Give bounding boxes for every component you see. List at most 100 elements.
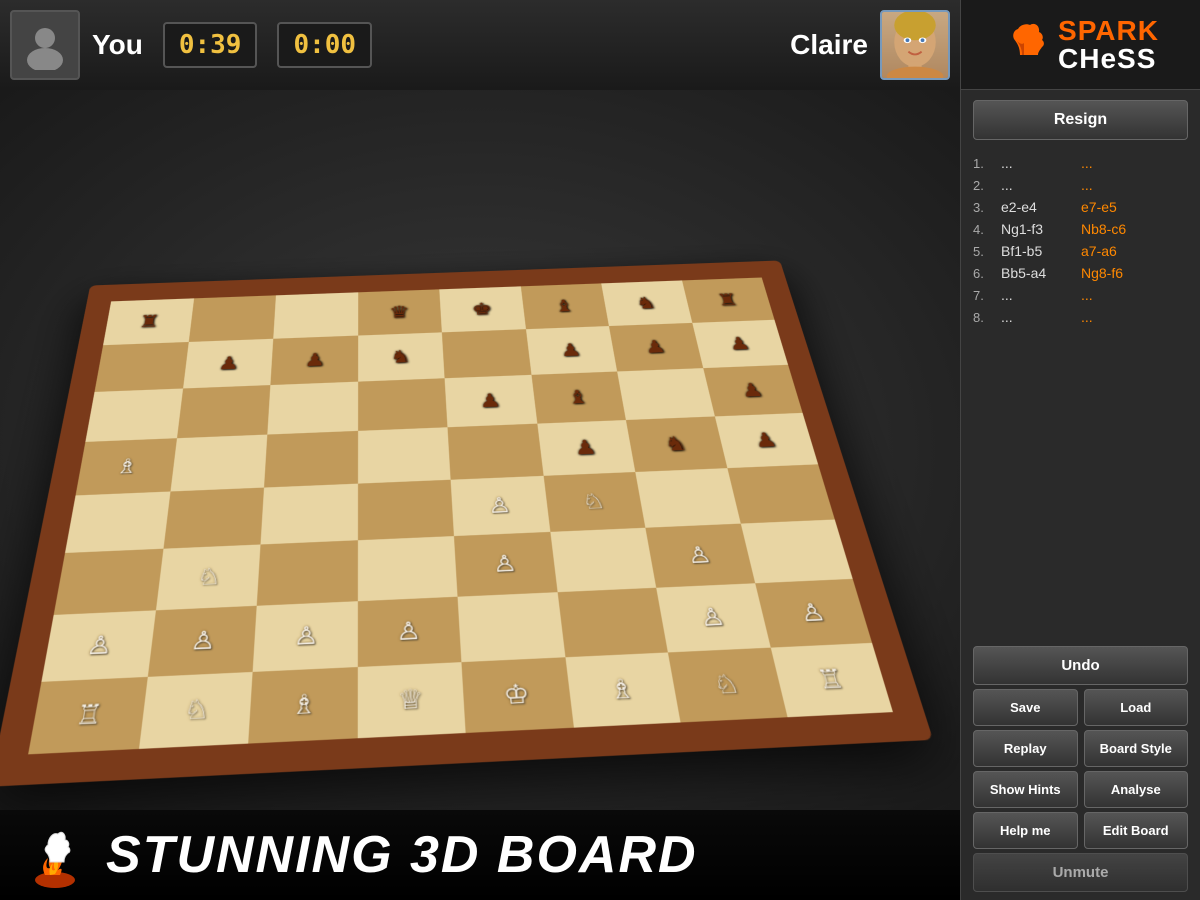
square-6-4[interactable] [458, 592, 565, 662]
board-outer: ♜♛♚♝♞♜♟♟♞♟♟♟♟♝♟♗♟♞♟♙♘♘♙♙♙♙♙♙♙♙♖♘♗♕♔♗♘♖ [0, 260, 933, 786]
square-1-1[interactable]: ♟ [183, 339, 274, 389]
move-white[interactable]: Bb5-a4 [1001, 265, 1081, 281]
square-1-6[interactable]: ♟ [609, 323, 703, 372]
square-0-0[interactable]: ♜ [103, 298, 194, 345]
square-0-6[interactable]: ♞ [601, 280, 692, 326]
square-7-4[interactable]: ♔ [461, 657, 573, 733]
square-7-2[interactable]: ♗ [248, 667, 357, 744]
move-white[interactable]: ... [1001, 287, 1081, 303]
unmute-button[interactable]: Unmute [973, 853, 1188, 892]
square-4-6[interactable] [635, 468, 740, 528]
move-white[interactable]: Bf1-b5 [1001, 243, 1081, 259]
square-1-5[interactable]: ♟ [526, 326, 618, 375]
chess-board[interactable]: ♜♛♚♝♞♜♟♟♞♟♟♟♟♝♟♗♟♞♟♙♘♘♙♙♙♙♙♙♙♙♖♘♗♕♔♗♘♖ [28, 278, 893, 755]
square-1-3[interactable]: ♞ [358, 332, 445, 381]
square-3-2[interactable] [264, 431, 358, 488]
square-0-1[interactable] [188, 295, 276, 342]
square-2-7[interactable]: ♟ [703, 365, 803, 417]
square-0-2[interactable] [273, 292, 358, 338]
square-6-7[interactable]: ♙ [755, 579, 872, 648]
square-2-4[interactable]: ♟ [445, 375, 537, 427]
square-6-3[interactable]: ♙ [357, 597, 461, 667]
resign-button[interactable]: Resign [973, 100, 1188, 140]
square-2-5[interactable]: ♝ [531, 371, 626, 423]
white-piece: ♘ [182, 696, 211, 724]
square-2-6[interactable] [617, 368, 714, 420]
square-4-4[interactable]: ♙ [451, 476, 550, 536]
square-3-0[interactable]: ♗ [76, 438, 177, 495]
square-7-3[interactable]: ♕ [357, 662, 465, 738]
square-7-0[interactable]: ♖ [28, 677, 147, 754]
square-3-5[interactable]: ♟ [537, 420, 635, 476]
square-0-4[interactable]: ♚ [439, 286, 525, 332]
square-4-3[interactable] [357, 480, 453, 541]
undo-button[interactable]: Undo [973, 646, 1188, 685]
square-5-0[interactable] [54, 549, 163, 615]
square-4-2[interactable] [261, 484, 358, 545]
square-5-3[interactable] [357, 536, 457, 601]
help-me-button[interactable]: Help me [973, 812, 1078, 849]
square-0-5[interactable]: ♝ [520, 283, 608, 329]
square-7-6[interactable]: ♘ [668, 648, 787, 723]
square-2-1[interactable] [177, 385, 271, 438]
move-white[interactable]: e2-e4 [1001, 199, 1081, 215]
square-3-7[interactable]: ♟ [714, 413, 818, 468]
spark-logo: SPARK CHeSS [1002, 15, 1159, 75]
square-4-1[interactable] [163, 488, 264, 549]
move-white[interactable]: ... [1001, 155, 1081, 171]
move-white[interactable]: ... [1001, 177, 1081, 193]
replay-button[interactable]: Replay [973, 730, 1078, 767]
square-3-1[interactable] [170, 435, 267, 492]
square-6-2[interactable]: ♙ [253, 601, 358, 672]
square-6-0[interactable]: ♙ [41, 610, 155, 682]
move-white[interactable]: Ng1-f3 [1001, 221, 1081, 237]
square-7-7[interactable]: ♖ [770, 643, 893, 717]
square-3-6[interactable]: ♞ [626, 416, 727, 472]
square-1-7[interactable]: ♟ [692, 320, 788, 368]
square-6-5[interactable] [557, 588, 668, 658]
save-button[interactable]: Save [973, 689, 1078, 726]
square-4-7[interactable] [727, 464, 835, 523]
white-piece: ♘ [196, 565, 222, 589]
square-5-4[interactable]: ♙ [454, 532, 557, 597]
black-piece: ♞ [634, 295, 657, 312]
square-6-6[interactable]: ♙ [656, 583, 770, 652]
square-3-3[interactable] [358, 427, 451, 483]
analyse-button[interactable]: Analyse [1084, 771, 1189, 808]
move-black[interactable]: ... [1081, 309, 1161, 325]
board-style-button[interactable]: Board Style [1084, 730, 1189, 767]
square-1-0[interactable] [95, 342, 189, 392]
square-5-1[interactable]: ♘ [155, 544, 260, 610]
square-2-3[interactable] [358, 378, 448, 431]
white-piece: ♔ [502, 681, 530, 709]
square-2-0[interactable] [85, 388, 182, 441]
black-piece: ♝ [553, 298, 575, 315]
move-white[interactable]: ... [1001, 309, 1081, 325]
move-black[interactable]: e7-e5 [1081, 199, 1161, 215]
square-2-2[interactable] [267, 382, 357, 435]
square-7-1[interactable]: ♘ [138, 672, 252, 749]
show-hints-button[interactable]: Show Hints [973, 771, 1078, 808]
square-5-2[interactable] [257, 540, 358, 606]
square-1-4[interactable] [442, 329, 531, 378]
square-5-7[interactable] [740, 520, 852, 584]
edit-board-button[interactable]: Edit Board [1084, 812, 1189, 849]
square-6-1[interactable]: ♙ [147, 606, 256, 677]
square-1-2[interactable]: ♟ [270, 336, 357, 386]
square-7-5[interactable]: ♗ [565, 652, 681, 727]
square-0-3[interactable]: ♛ [358, 289, 442, 335]
square-4-5[interactable]: ♘ [543, 472, 645, 532]
move-black[interactable]: Ng8-f6 [1081, 265, 1161, 281]
square-3-4[interactable] [447, 424, 543, 480]
move-black[interactable]: ... [1081, 155, 1161, 171]
move-black[interactable]: ... [1081, 177, 1161, 193]
square-4-0[interactable] [65, 492, 170, 553]
move-black[interactable]: a7-a6 [1081, 243, 1161, 259]
square-5-5[interactable] [550, 528, 656, 592]
load-button[interactable]: Load [1084, 689, 1189, 726]
move-black[interactable]: ... [1081, 287, 1161, 303]
square-5-6[interactable]: ♙ [645, 524, 754, 588]
move-number: 6. [973, 266, 1001, 281]
move-black[interactable]: Nb8-c6 [1081, 221, 1161, 237]
square-0-7[interactable]: ♜ [682, 278, 775, 323]
